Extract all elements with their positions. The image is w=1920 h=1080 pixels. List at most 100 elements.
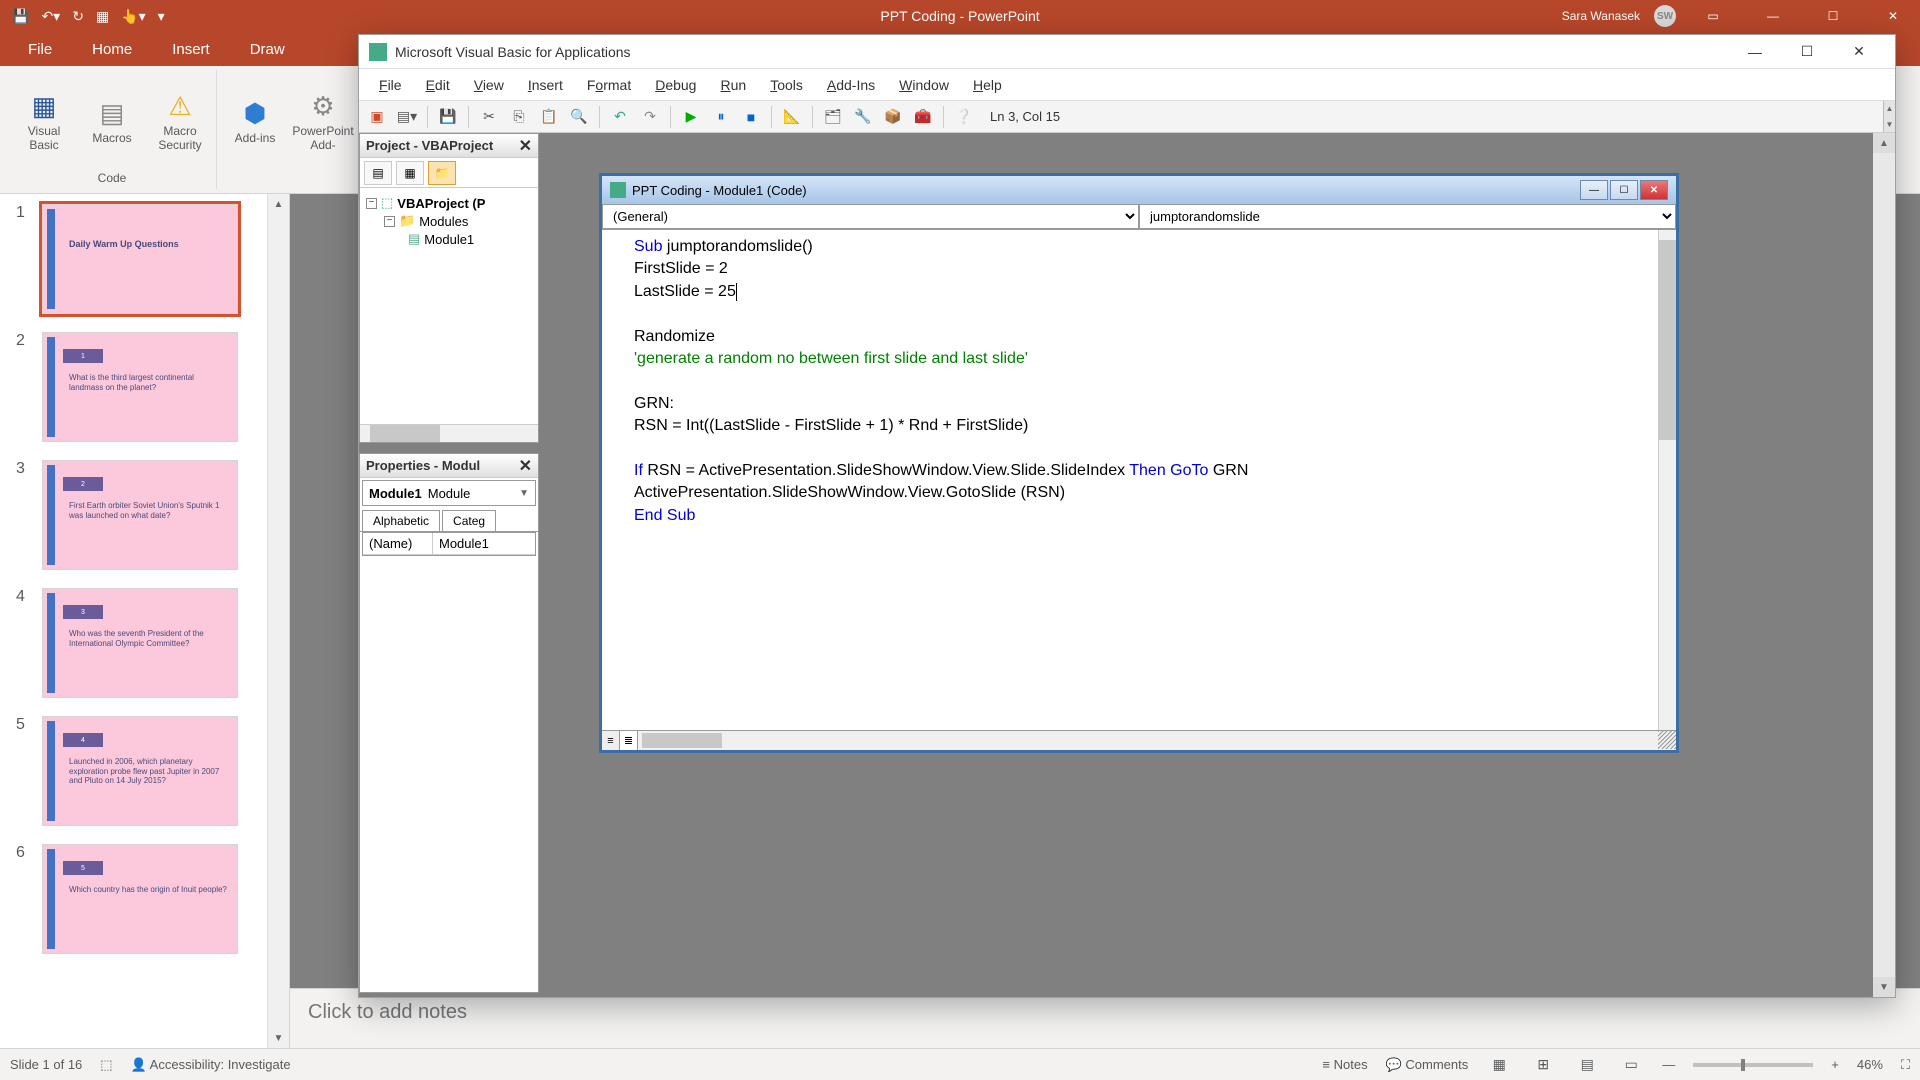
zoom-in-icon[interactable]: + <box>1831 1057 1839 1072</box>
toolbar-overflow[interactable]: ▲▼ <box>1883 101 1895 132</box>
properties-grid[interactable]: (Name) Module1 <box>362 532 536 556</box>
redo-icon[interactable]: ↷ <box>638 105 662 129</box>
toggle-folders-icon[interactable]: 📁 <box>428 161 456 185</box>
scroll-down-icon[interactable]: ▼ <box>268 1028 289 1048</box>
menu-format[interactable]: Format <box>575 71 643 99</box>
code-close-icon[interactable]: ✕ <box>1640 180 1668 200</box>
menu-file[interactable]: File <box>367 71 414 99</box>
menu-addins[interactable]: Add-Ins <box>815 71 887 99</box>
undo-icon[interactable]: ↶ <box>608 105 632 129</box>
object-dropdown[interactable]: (General) <box>602 204 1139 229</box>
menu-help[interactable]: Help <box>961 71 1014 99</box>
addins-button[interactable]: ⬢ Add-ins <box>223 70 287 171</box>
design-mode-icon[interactable]: 📐 <box>780 105 804 129</box>
macro-security-button[interactable]: ⚠ Macro Security <box>148 70 212 171</box>
tab-home[interactable]: Home <box>72 33 152 66</box>
maximize-icon[interactable]: ☐ <box>1810 0 1856 32</box>
object-selector[interactable]: Module1 Module ▼ <box>362 480 536 506</box>
thumbnails-scrollbar[interactable]: ▲ ▼ <box>267 194 289 1048</box>
slide-thumbnail[interactable]: 1 Daily Warm Up Questions <box>4 204 285 314</box>
menu-edit[interactable]: Edit <box>414 71 462 99</box>
comments-button[interactable]: 💬 Comments <box>1386 1057 1469 1073</box>
tab-file[interactable]: File <box>8 33 72 66</box>
vba-minimize-icon[interactable]: — <box>1729 35 1781 69</box>
menu-insert[interactable]: Insert <box>516 71 575 99</box>
accessibility-status[interactable]: 👤 Accessibility: Investigate <box>131 1057 291 1073</box>
slide-thumbnail[interactable]: 4 3Who was the seventh President of the … <box>4 588 285 698</box>
scroll-up-icon[interactable]: ▲ <box>1873 133 1895 153</box>
project-explorer-header[interactable]: Project - VBAProject ✕ <box>360 134 538 158</box>
view-ppt-icon[interactable]: ▣ <box>365 105 389 129</box>
slide-thumbnail[interactable]: 2 1What is the third largest continental… <box>4 332 285 442</box>
full-module-view-icon[interactable]: ≣ <box>620 731 638 750</box>
menu-tools[interactable]: Tools <box>758 71 815 99</box>
mdi-vscroll[interactable]: ▲ ▼ <box>1873 133 1895 997</box>
slide-thumbnails-panel[interactable]: 1 Daily Warm Up Questions 2 1What is the… <box>0 194 290 1048</box>
redo-icon[interactable]: ↻ <box>72 8 84 25</box>
project-explorer-icon[interactable]: 🗂 <box>821 105 845 129</box>
zoom-slider[interactable] <box>1693 1063 1813 1067</box>
procedure-view-icon[interactable]: ≡ <box>602 731 620 750</box>
touch-icon[interactable]: 👆▾ <box>121 8 145 25</box>
tab-alphabetic[interactable]: Alphabetic <box>362 510 440 531</box>
tree-project-root[interactable]: − ⬚ VBAProject (P <box>366 194 532 212</box>
notes-button[interactable]: ≡ Notes <box>1322 1057 1367 1072</box>
menu-window[interactable]: Window <box>887 71 961 99</box>
slide-thumbnail[interactable]: 6 5Which country has the origin of Inuit… <box>4 844 285 954</box>
slide-counter[interactable]: Slide 1 of 16 <box>10 1057 82 1072</box>
user-name[interactable]: Sara Wanasek <box>1562 9 1640 23</box>
code-editor[interactable]: Sub jumptorandomslide() FirstSlide = 2 L… <box>620 230 1658 730</box>
code-maximize-icon[interactable]: ☐ <box>1610 180 1638 200</box>
qat-more-icon[interactable]: ▾ <box>158 8 165 25</box>
tab-categorized[interactable]: Categ <box>442 510 496 531</box>
tree-module1[interactable]: ▤ Module1 <box>366 230 532 248</box>
reading-view-icon[interactable]: ▤ <box>1574 1056 1600 1073</box>
cut-icon[interactable]: ✂ <box>477 105 501 129</box>
code-vscroll[interactable] <box>1658 230 1676 730</box>
slide-thumbnail[interactable]: 5 4Launched in 2006, which planetary exp… <box>4 716 285 826</box>
menu-run[interactable]: Run <box>708 71 758 99</box>
vba-title-bar[interactable]: Microsoft Visual Basic for Applications … <box>359 35 1895 69</box>
minimize-icon[interactable]: — <box>1750 0 1796 32</box>
slide-thumbnail[interactable]: 3 2First Earth orbiter Soviet Union's Sp… <box>4 460 285 570</box>
properties-panel[interactable]: Properties - Modul ✕ Module1 Module ▼ Al… <box>359 453 539 993</box>
properties-icon[interactable]: 🔧 <box>851 105 875 129</box>
tab-draw[interactable]: Draw <box>230 33 305 66</box>
code-window-title-bar[interactable]: PPT Coding - Module1 (Code) — ☐ ✕ <box>602 176 1676 204</box>
resize-grip[interactable] <box>1658 731 1676 749</box>
undo-icon[interactable]: ↶▾ <box>41 8 60 25</box>
reset-icon[interactable]: ■ <box>739 105 763 129</box>
copy-icon[interactable]: ⎘ <box>507 105 531 129</box>
tree-modules-folder[interactable]: − 📁 Modules <box>366 212 532 230</box>
visual-basic-button[interactable]: ▦ Visual Basic <box>12 70 76 171</box>
sorter-view-icon[interactable]: ⊞ <box>1530 1056 1556 1073</box>
view-object-icon[interactable]: ▦ <box>396 161 424 185</box>
project-hscroll[interactable] <box>360 424 538 442</box>
normal-view-icon[interactable]: ▦ <box>1486 1056 1512 1073</box>
find-icon[interactable]: 🔍 <box>567 105 591 129</box>
tab-insert[interactable]: Insert <box>152 33 230 66</box>
zoom-out-icon[interactable]: — <box>1662 1057 1675 1072</box>
fit-window-icon[interactable]: ⛶ <box>1901 1057 1910 1073</box>
slideshow-view-icon[interactable]: ▭ <box>1618 1056 1644 1073</box>
properties-header[interactable]: Properties - Modul ✕ <box>360 454 538 478</box>
close-icon[interactable]: ✕ <box>1870 0 1916 32</box>
project-tree[interactable]: − ⬚ VBAProject (P − 📁 Modules ▤ Module1 <box>360 188 538 254</box>
scroll-down-icon[interactable]: ▼ <box>1873 977 1895 997</box>
paste-icon[interactable]: 📋 <box>537 105 561 129</box>
break-icon[interactable]: ⏸ <box>709 105 733 129</box>
macros-button[interactable]: ▤ Macros <box>80 70 144 171</box>
project-explorer-panel[interactable]: Project - VBAProject ✕ ▤ ▦ 📁 − ⬚ VBAProj… <box>359 133 539 443</box>
code-window[interactable]: PPT Coding - Module1 (Code) — ☐ ✕ (Gener… <box>599 173 1679 753</box>
procedure-dropdown[interactable]: jumptorandomslide <box>1139 204 1676 229</box>
vba-maximize-icon[interactable]: ☐ <box>1781 35 1833 69</box>
run-icon[interactable]: ▶ <box>679 105 703 129</box>
object-browser-icon[interactable]: 📦 <box>881 105 905 129</box>
code-minimize-icon[interactable]: — <box>1580 180 1608 200</box>
collapse-icon[interactable]: − <box>384 216 395 227</box>
close-icon[interactable]: ✕ <box>519 136 532 156</box>
user-avatar[interactable]: SW <box>1654 5 1676 27</box>
language-icon[interactable]: ⬚ <box>100 1057 112 1073</box>
property-value[interactable]: Module1 <box>433 533 495 554</box>
menu-view[interactable]: View <box>462 71 516 99</box>
